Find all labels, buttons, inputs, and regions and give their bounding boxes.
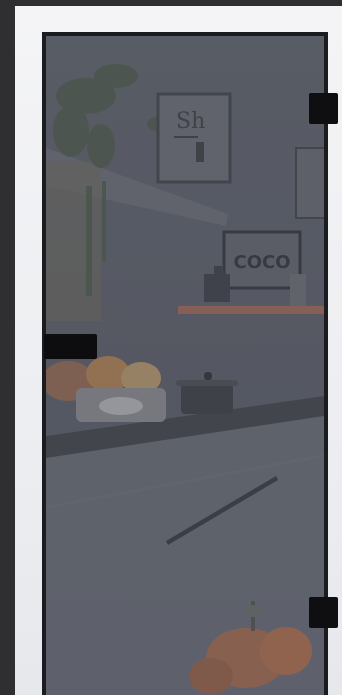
bottom-hinge <box>309 597 338 628</box>
door-handle <box>44 334 97 359</box>
tinted-glass-panel: Sh COCO <box>46 36 324 695</box>
product-image: Sh COCO <box>0 0 342 695</box>
kitchen-scene: Sh COCO <box>46 36 324 695</box>
top-hinge <box>309 93 338 124</box>
